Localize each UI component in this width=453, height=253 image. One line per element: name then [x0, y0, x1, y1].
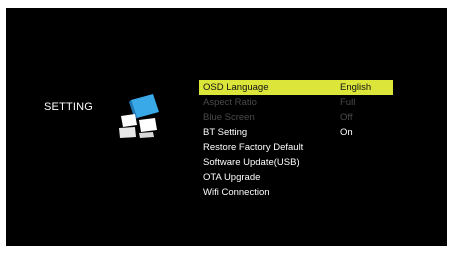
- menu-item-osd-language[interactable]: OSD Language English: [199, 80, 393, 95]
- menu-item-label: OTA Upgrade: [203, 172, 261, 183]
- menu-item-label: BT Setting: [203, 127, 248, 138]
- menu-item-software-update[interactable]: Software Update(USB): [199, 155, 393, 170]
- menu-item-blue-screen: Blue Screen Off: [199, 110, 393, 125]
- menu-item-label: Restore Factory Default: [203, 142, 304, 153]
- menu-item-label: Blue Screen: [203, 112, 255, 123]
- menu-item-label: Software Update(USB): [203, 157, 300, 168]
- menu-item-value: On: [340, 127, 353, 138]
- menu-item-ota-upgrade[interactable]: OTA Upgrade: [199, 170, 393, 185]
- menu-item-value: Full: [340, 97, 356, 108]
- setting-cube-icon: [119, 94, 159, 138]
- settings-menu: OSD Language English Aspect Ratio Full B…: [199, 80, 393, 200]
- menu-item-label: OSD Language: [203, 82, 269, 93]
- menu-item-bt-setting[interactable]: BT Setting On: [199, 125, 393, 140]
- menu-item-label: Aspect Ratio: [203, 97, 257, 108]
- section-title: SETTING: [44, 101, 94, 113]
- menu-item-aspect-ratio: Aspect Ratio Full: [199, 95, 393, 110]
- menu-item-value: English: [340, 82, 372, 93]
- menu-item-restore-factory-default[interactable]: Restore Factory Default: [199, 140, 393, 155]
- menu-item-label: Wifi Connection: [203, 187, 270, 198]
- osd-screen: SETTING OSD Language English Aspect Rati…: [6, 8, 447, 246]
- menu-item-wifi-connection[interactable]: Wifi Connection: [199, 185, 393, 200]
- menu-item-value: Off: [340, 112, 353, 123]
